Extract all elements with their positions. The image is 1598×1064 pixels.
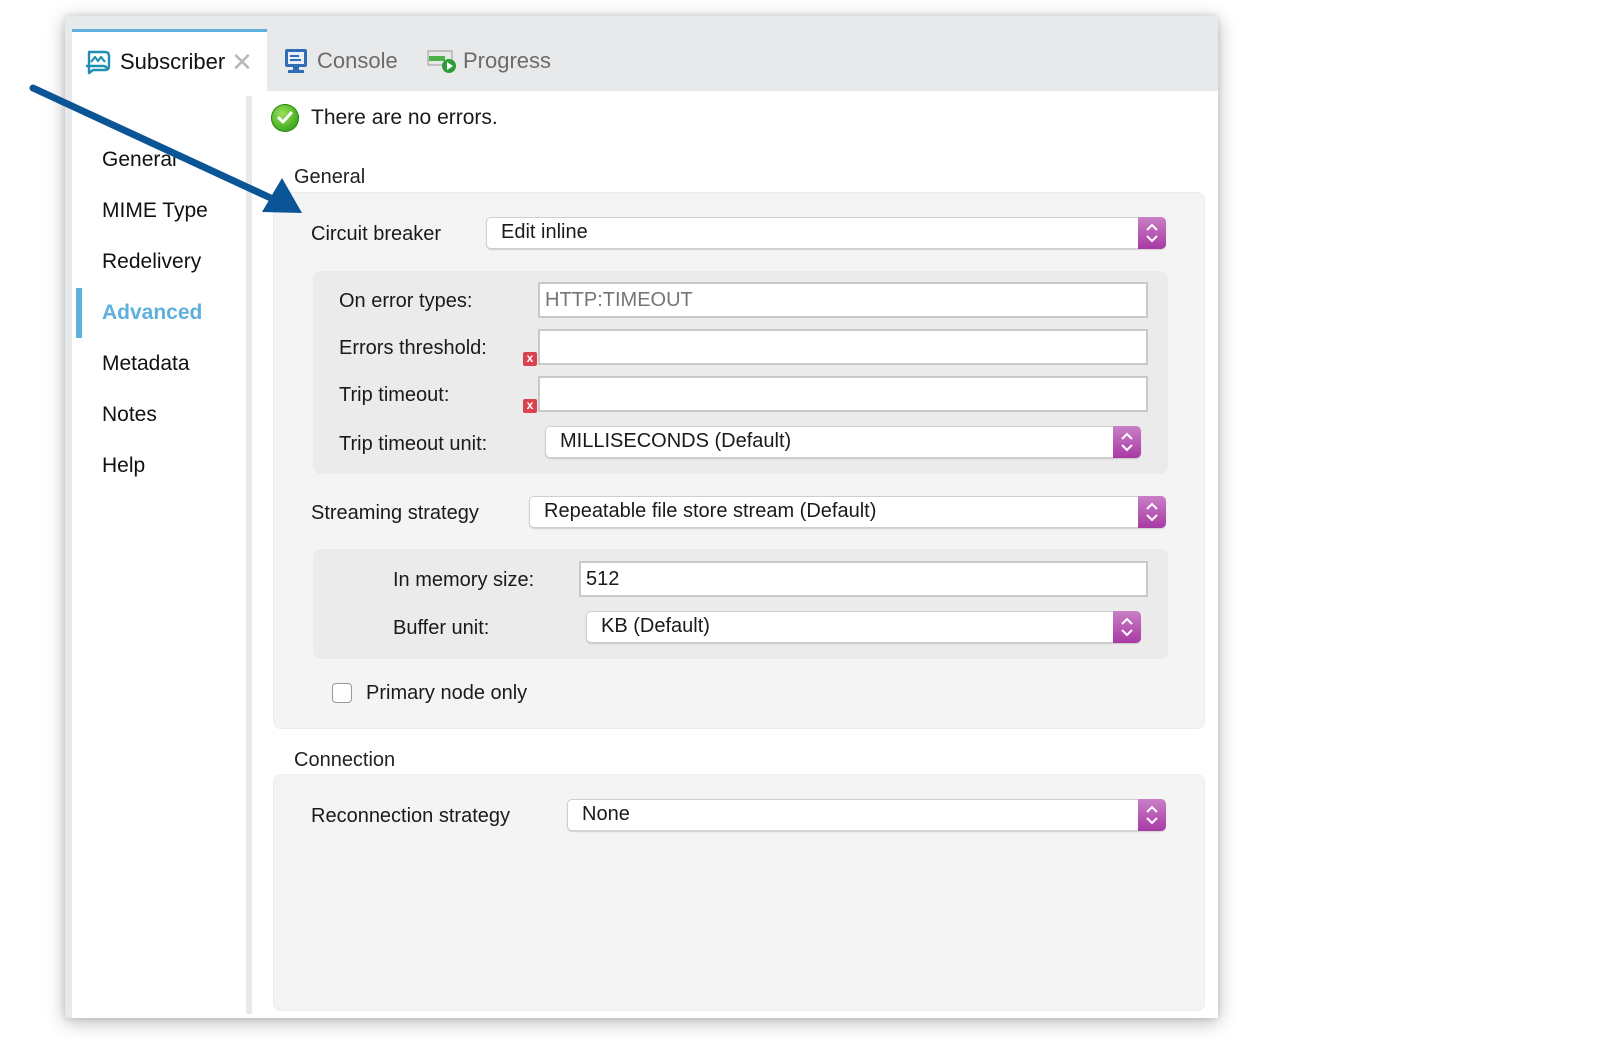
validation-status: There are no errors. <box>271 104 498 132</box>
streaming-inline-panel: In memory size: Buffer unit: KB (Default… <box>313 549 1168 659</box>
circuit-breaker-select[interactable]: Edit inline <box>486 217 1166 249</box>
sidebar-item-mime-type[interactable]: MIME Type <box>102 199 208 223</box>
streaming-strategy-value: Repeatable file store stream (Default) <box>544 500 877 522</box>
sidebar-item-help[interactable]: Help <box>102 454 145 478</box>
connection-panel: Reconnection strategy None <box>273 774 1205 1011</box>
on-error-types-label: On error types: <box>339 290 473 312</box>
errors-threshold-label: Errors threshold: <box>339 337 487 359</box>
circuit-breaker-inline-panel: On error types: Errors threshold: x Trip… <box>313 271 1168 474</box>
section-title-general: General <box>294 166 366 188</box>
sidebar: General MIME Type Redelivery Advanced Me… <box>72 91 246 1018</box>
tab-bar: Subscriber ✕ Console Progress <box>65 16 1218 91</box>
sidebar-item-general[interactable]: General <box>102 148 177 172</box>
progress-icon <box>427 46 457 76</box>
in-memory-size-input[interactable] <box>579 561 1148 597</box>
primary-node-only-checkbox[interactable] <box>332 683 352 703</box>
check-circle-icon <box>271 104 299 132</box>
buffer-unit-label: Buffer unit: <box>393 617 490 639</box>
in-memory-size-label: In memory size: <box>393 569 535 591</box>
subscriber-icon <box>84 47 114 77</box>
sidebar-item-redelivery[interactable]: Redelivery <box>102 250 201 274</box>
advanced-panel: There are no errors. General Circuit bre… <box>252 91 1218 1018</box>
trip-timeout-input[interactable] <box>538 376 1148 412</box>
tab-progress[interactable]: Progress <box>427 30 551 91</box>
tab-progress-label: Progress <box>463 47 552 73</box>
sidebar-active-marker <box>76 288 82 338</box>
chevron-updown-icon <box>1113 611 1141 643</box>
tab-console-label: Console <box>317 47 398 73</box>
properties-window: Subscriber ✕ Console Progress General MI… <box>65 16 1218 1018</box>
status-text: There are no errors. <box>311 106 498 129</box>
close-tab-icon[interactable]: ✕ <box>231 49 253 75</box>
error-icon: x <box>523 399 537 413</box>
general-panel: Circuit breaker Edit inline On error typ… <box>273 192 1205 729</box>
primary-node-only-label[interactable]: Primary node only <box>366 682 527 705</box>
error-icon: x <box>523 352 537 366</box>
sidebar-item-metadata[interactable]: Metadata <box>102 352 190 376</box>
reconnection-strategy-label: Reconnection strategy <box>311 805 511 827</box>
editor-content: General MIME Type Redelivery Advanced Me… <box>72 91 1218 1018</box>
reconnection-strategy-select[interactable]: None <box>567 799 1166 831</box>
section-title-connection: Connection <box>294 749 396 771</box>
trip-timeout-unit-value: MILLISECONDS (Default) <box>560 430 792 452</box>
sidebar-item-notes[interactable]: Notes <box>102 403 157 427</box>
trip-timeout-unit-label: Trip timeout unit: <box>339 433 488 455</box>
circuit-breaker-label: Circuit breaker <box>311 223 442 245</box>
on-error-types-input[interactable] <box>538 282 1148 318</box>
buffer-unit-value: KB (Default) <box>601 615 710 637</box>
tab-console[interactable]: Console <box>281 30 398 91</box>
trip-timeout-label: Trip timeout: <box>339 384 450 406</box>
streaming-strategy-select[interactable]: Repeatable file store stream (Default) <box>529 496 1166 528</box>
reconnection-strategy-value: None <box>582 803 630 825</box>
trip-timeout-unit-select[interactable]: MILLISECONDS (Default) <box>545 426 1141 458</box>
chevron-updown-icon <box>1113 426 1141 458</box>
circuit-breaker-value: Edit inline <box>501 221 588 243</box>
sidebar-item-advanced[interactable]: Advanced <box>102 301 202 325</box>
console-icon <box>281 46 311 76</box>
chevron-updown-icon <box>1138 799 1166 831</box>
tab-subscriber[interactable]: Subscriber ✕ <box>72 29 267 91</box>
buffer-unit-select[interactable]: KB (Default) <box>586 611 1141 643</box>
tab-subscriber-label: Subscriber <box>120 48 226 74</box>
errors-threshold-input[interactable] <box>538 329 1148 365</box>
chevron-updown-icon <box>1138 496 1166 528</box>
streaming-strategy-label: Streaming strategy <box>311 502 479 524</box>
chevron-updown-icon <box>1138 217 1166 249</box>
